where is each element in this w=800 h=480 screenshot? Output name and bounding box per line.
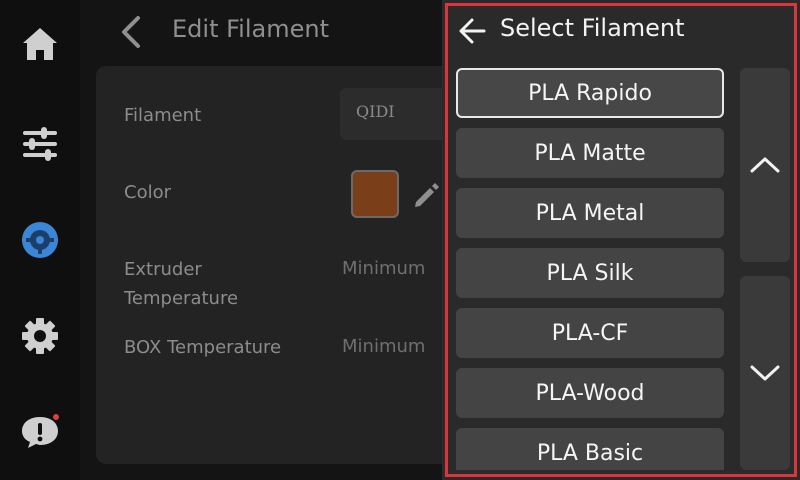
edit-color-button[interactable]	[412, 180, 440, 212]
page-title: Edit Filament	[172, 15, 329, 43]
extruder-temp-label-line2: Temperature	[124, 288, 239, 309]
home-icon	[23, 28, 57, 60]
chevron-left-icon	[122, 16, 140, 48]
chevron-up-icon	[750, 157, 780, 173]
filament-option[interactable]: PLA Basic	[456, 428, 724, 470]
filament-select[interactable]: QIDI	[340, 88, 450, 140]
filament-option[interactable]: PLA-Wood	[456, 368, 724, 418]
filament-label: Filament	[124, 105, 202, 126]
nav-home-button[interactable]	[16, 20, 64, 68]
filament-select-value: QIDI	[356, 102, 395, 121]
filament-option[interactable]: PLA-CF	[456, 308, 724, 358]
color-swatch[interactable]	[351, 170, 399, 218]
filament-option[interactable]: PLA Rapido	[456, 68, 724, 118]
filament-list[interactable]: PLA Rapido PLA Matte PLA Metal PLA Silk …	[454, 66, 728, 470]
extruder-temp-value[interactable]: Minimum	[342, 258, 425, 279]
spool-icon	[22, 222, 58, 258]
dialog-title: Select Filament	[500, 14, 685, 42]
header-back-button[interactable]	[118, 14, 146, 50]
box-temp-label: BOX Temperature	[124, 337, 282, 358]
chevron-down-icon	[750, 365, 780, 381]
sliders-icon	[23, 127, 57, 161]
filament-option[interactable]: PLA Silk	[456, 248, 724, 298]
nav-settings-button[interactable]	[16, 312, 64, 360]
gear-icon	[22, 318, 58, 354]
filament-option[interactable]: PLA Metal	[456, 188, 724, 238]
scroll-up-button[interactable]	[740, 68, 790, 262]
extruder-temp-label-line1: Extruder	[124, 259, 202, 280]
nav-controls-button[interactable]	[16, 120, 64, 168]
nav-filament-button[interactable]	[16, 216, 64, 264]
nav-help-button[interactable]	[16, 408, 64, 456]
dialog-back-button[interactable]	[458, 17, 486, 49]
color-label: Color	[124, 182, 171, 203]
filament-option[interactable]: PLA Matte	[456, 128, 724, 178]
arrow-left-icon	[459, 18, 486, 44]
scroll-down-button[interactable]	[740, 276, 790, 470]
pencil-icon	[415, 183, 439, 207]
notification-dot	[53, 414, 59, 420]
box-temp-value[interactable]: Minimum	[342, 336, 425, 357]
sidebar	[0, 0, 80, 480]
